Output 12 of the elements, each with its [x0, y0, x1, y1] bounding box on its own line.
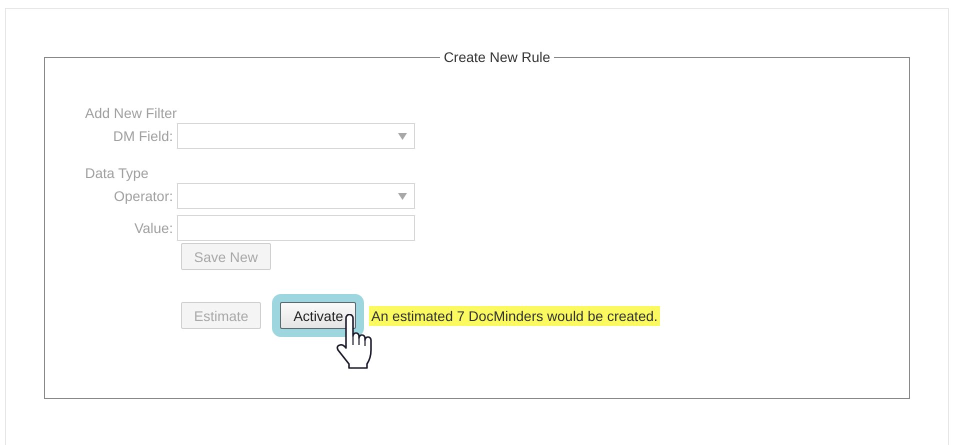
group-heading: Add New Filter	[85, 104, 178, 123]
estimate-message: An estimated 7 DocMinders would be created.	[369, 306, 660, 326]
field-label: DM Field:	[112, 127, 174, 146]
field-label: Value:	[133, 219, 174, 238]
dropdown-field[interactable]	[177, 123, 415, 149]
field-label: Operator:	[112, 187, 174, 206]
group-heading: Data Type	[85, 164, 150, 183]
dropdown-field[interactable]	[177, 183, 415, 209]
dropdown-arrow-icon	[398, 192, 407, 200]
dropdown-arrow-icon	[398, 132, 407, 140]
panel-legend: Create New Rule	[440, 47, 554, 67]
action-button[interactable]: Activate	[280, 302, 356, 329]
